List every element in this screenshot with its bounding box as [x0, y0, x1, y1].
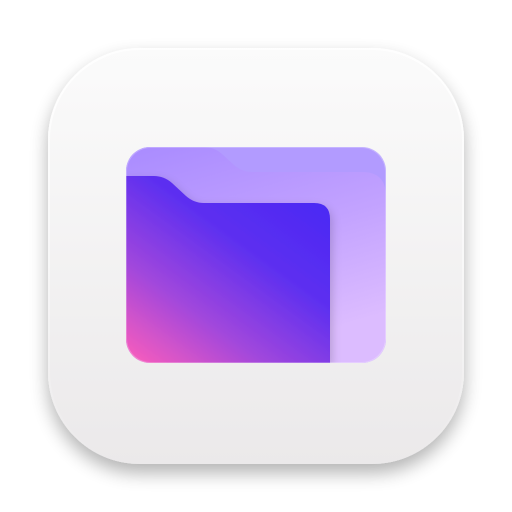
folder-app-icon[interactable] [0, 0, 512, 512]
folder-icon [126, 147, 386, 363]
folder-front-icon [126, 176, 330, 363]
canvas [0, 0, 512, 512]
